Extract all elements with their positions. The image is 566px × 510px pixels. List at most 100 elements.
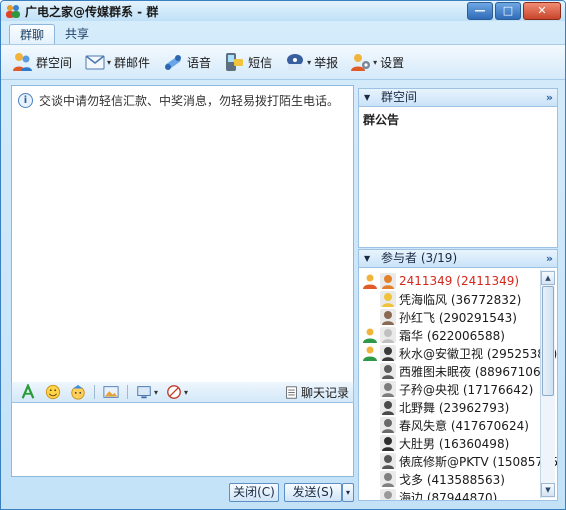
member-name: 子矜@央视 (17176642): [399, 382, 534, 397]
member-row[interactable]: 春风失意 (417670624): [359, 416, 529, 434]
window-title: 广电之家@传媒群系 - 群: [25, 5, 159, 19]
report-icon: [287, 54, 304, 70]
magic-emoticon-button[interactable]: [69, 383, 87, 401]
voice-button[interactable]: 语音: [162, 51, 211, 73]
member-row[interactable]: 西雅图未眠夜 (88967106): [359, 362, 545, 380]
chat-history-label: 聊天记录: [300, 385, 349, 400]
member-name: 海边 (87944870): [399, 490, 498, 501]
avatar-icon: [380, 291, 396, 307]
security-notice: i 交谈中请勿轻信汇款、中奖消息，勿轻易拨打陌生电话。: [18, 92, 339, 109]
badge-placeholder: [362, 363, 378, 379]
minimize-button[interactable]: —: [467, 2, 493, 20]
scroll-thumb[interactable]: [542, 286, 554, 396]
member-row[interactable]: 俵底修斯@PKTV (15085745): [359, 452, 557, 470]
forbidden-icon: [167, 385, 181, 399]
member-name: 戈多 (413588563): [399, 472, 505, 487]
member-row[interactable]: 霜华 (622006588): [359, 326, 505, 344]
screenshot-icon: [137, 386, 151, 399]
group-app-icon: [6, 5, 20, 18]
collapse-triangle-icon: ▼: [364, 93, 371, 102]
settings-dropdown-arrow[interactable]: ▾: [373, 58, 377, 67]
badge-placeholder: [362, 435, 378, 451]
avatar-icon: [380, 399, 396, 415]
admin-badge-icon: [362, 327, 378, 343]
badge-placeholder: [362, 489, 378, 500]
member-name: 2411349 (2411349): [399, 274, 520, 288]
avatar-icon: [380, 453, 396, 469]
close-button[interactable]: 关闭(C): [229, 483, 279, 502]
report-dropdown-arrow[interactable]: ▾: [307, 58, 311, 67]
member-row[interactable]: 秋水@安徽卫视 (29525380): [359, 344, 557, 362]
input-toolbar: ▾ ▾ 聊天记录: [11, 382, 354, 403]
member-row[interactable]: 大肚男 (16360498): [359, 434, 509, 452]
announcement-title: 群公告: [363, 113, 400, 127]
tab-share[interactable]: 共享: [55, 24, 99, 44]
toolbar-separator: [94, 385, 95, 399]
scroll-up-arrow[interactable]: ▲: [541, 271, 555, 285]
send-options-button[interactable]: ▾: [342, 483, 354, 502]
settings-icon: [351, 54, 371, 71]
avatar-icon: [380, 273, 396, 289]
notice-text: 交谈中请勿轻信汇款、中奖消息，勿轻易拨打陌生电话。: [39, 94, 340, 108]
expand-chevron-icon[interactable]: »: [546, 89, 553, 106]
members-title: 参与者 (3/19): [381, 251, 458, 265]
report-button[interactable]: ▾ 举报: [284, 51, 338, 73]
member-name: 北野舞 (23962793): [399, 400, 510, 415]
badge-placeholder: [362, 381, 378, 397]
avatar-icon: [380, 435, 396, 451]
member-name: 凭海临风 (36772832): [399, 292, 522, 307]
member-name: 大肚男 (16360498): [399, 436, 510, 451]
group-space-button[interactable]: 群空间: [11, 51, 72, 73]
member-name: 秋水@安徽卫视 (29525380): [399, 346, 558, 361]
message-history[interactable]: i 交谈中请勿轻信汇款、中奖消息，勿轻易拨打陌生电话。: [11, 85, 354, 383]
emoticon-button[interactable]: [44, 383, 62, 401]
sms-button[interactable]: 短信: [223, 51, 272, 73]
font-button[interactable]: [19, 383, 37, 401]
mail-dropdown-arrow[interactable]: ▾: [107, 58, 111, 67]
member-row[interactable]: 凭海临风 (36772832): [359, 290, 521, 308]
member-row[interactable]: 戈多 (413588563): [359, 470, 505, 488]
expand-chevron-icon[interactable]: »: [546, 250, 553, 267]
image-icon: [103, 386, 119, 398]
scroll-down-arrow[interactable]: ▼: [541, 483, 555, 497]
member-list-scrollbar[interactable]: ▲ ▼: [540, 270, 555, 498]
badge-placeholder: [362, 417, 378, 433]
group-mail-button[interactable]: ▾ 群邮件: [84, 51, 150, 73]
avatar-icon: [380, 327, 396, 343]
message-input[interactable]: [11, 403, 354, 477]
send-image-button[interactable]: [102, 383, 120, 401]
member-row[interactable]: 2411349 (2411349): [359, 272, 519, 290]
member-row[interactable]: 北野舞 (23962793): [359, 398, 509, 416]
member-name: 孙红飞 (290291543): [399, 310, 517, 325]
group-space-header[interactable]: ▼ 群空间 »: [358, 88, 558, 107]
block-dropdown-arrow[interactable]: ▾: [184, 388, 188, 397]
group-space-panel: 群公告: [358, 107, 558, 248]
avatar-icon: [380, 309, 396, 325]
screenshot-dropdown-arrow[interactable]: ▾: [154, 388, 158, 397]
member-name: 霜华 (622006588): [399, 328, 505, 343]
title-bar[interactable]: 广电之家@传媒群系 - 群 — □ ✕: [1, 1, 565, 21]
maximize-button[interactable]: □: [495, 2, 521, 20]
member-list: 2411349 (2411349) 凭海临风 (36772832) 孙红飞 (290…: [358, 268, 558, 501]
members-header[interactable]: ▼ 参与者 (3/19) »: [358, 249, 558, 268]
info-icon: i: [18, 93, 33, 108]
tab-group-chat[interactable]: 群聊: [9, 24, 56, 44]
tab-strip: 群聊 共享: [9, 24, 99, 44]
smiley-icon: [45, 384, 61, 400]
close-window-button[interactable]: ✕: [523, 2, 561, 20]
screenshot-button[interactable]: [135, 383, 153, 401]
member-row[interactable]: 子矜@央视 (17176642): [359, 380, 533, 398]
owner-badge-icon: [362, 273, 378, 289]
block-button[interactable]: [165, 383, 183, 401]
settings-button[interactable]: ▾ 设置: [350, 51, 404, 73]
toolbar-separator: [127, 385, 128, 399]
member-row[interactable]: 孙红飞 (290291543): [359, 308, 517, 326]
admin-badge-icon: [362, 345, 378, 361]
member-row[interactable]: 海边 (87944870): [359, 488, 498, 501]
chat-history-button[interactable]: 聊天记录: [285, 384, 349, 401]
send-button[interactable]: 发送(S): [284, 483, 342, 502]
collapse-triangle-icon: ▼: [364, 254, 371, 263]
badge-placeholder: [362, 399, 378, 415]
avatar-icon: [380, 345, 396, 361]
settings-label: 设置: [380, 55, 405, 70]
